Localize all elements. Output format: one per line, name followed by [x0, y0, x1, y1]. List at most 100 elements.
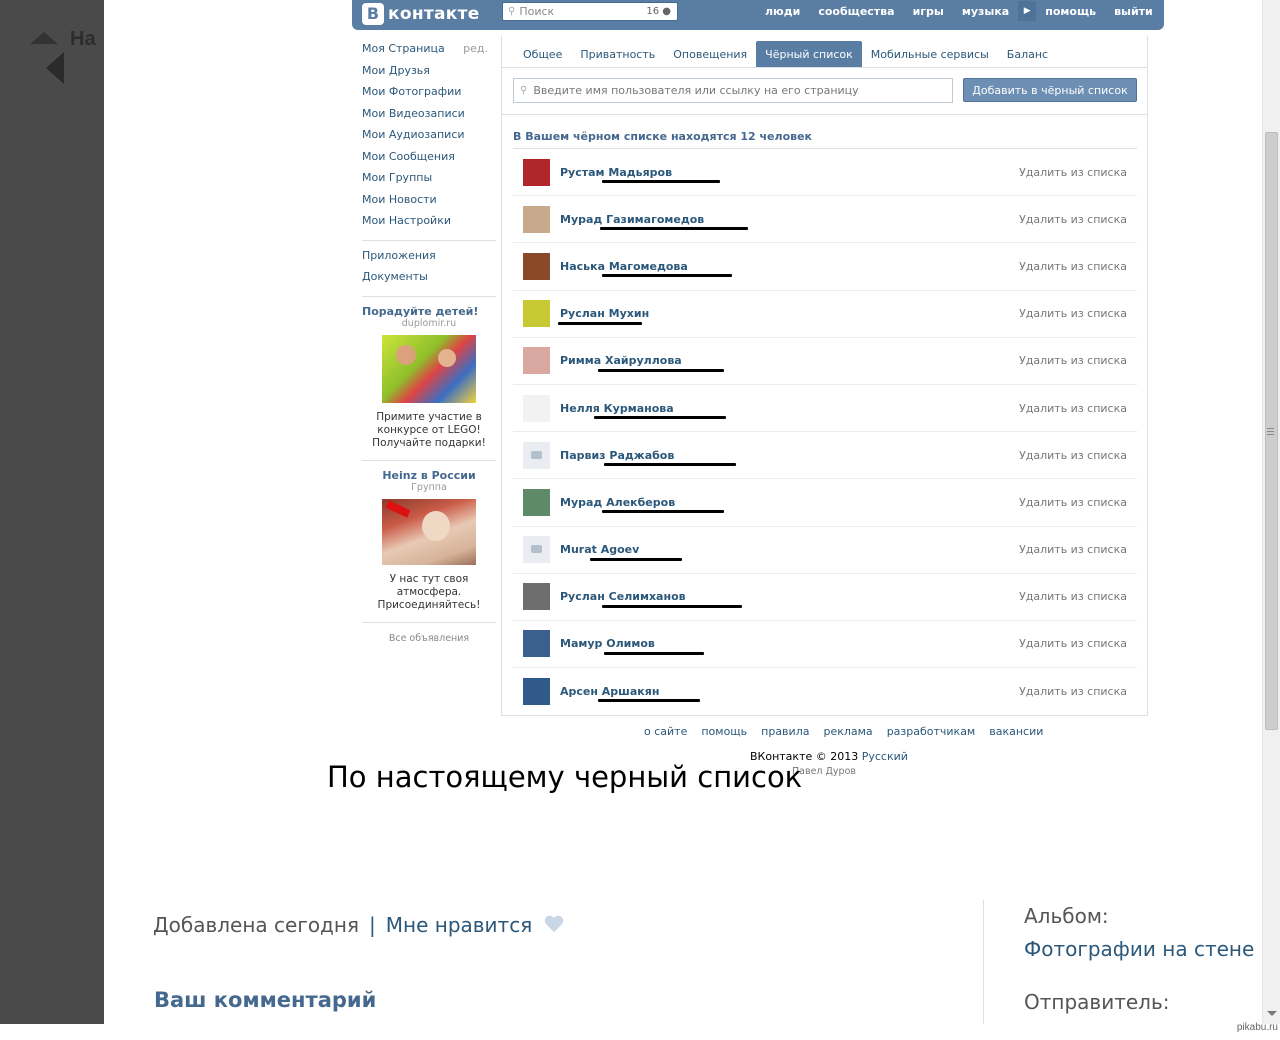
sidebar-divider — [983, 900, 984, 1024]
vk-blacklist-row: Мурад Алекберов Удалить из списка — [513, 478, 1137, 525]
comment-heading: Ваш комментарий — [154, 988, 377, 1012]
vk-ad-description: У нас тут своя атмосфера. Присоединяйтес… — [377, 572, 481, 611]
vk-settings-tabs: Общее Приватность Оповещения Чёрный спис… — [502, 36, 1147, 68]
vk-ad-source: Группа — [411, 481, 447, 493]
marker-underline — [558, 321, 642, 325]
vk-menu-item: Мои Группы — [362, 171, 496, 193]
photo-caption: По настоящему черный список — [327, 760, 803, 794]
vk-language: Русский — [861, 750, 908, 763]
vk-tab-general: Общее — [523, 48, 563, 61]
search-icon: ⚲ — [508, 6, 516, 17]
avatar — [523, 252, 550, 280]
vk-blacklist-row: Римма Хайруллова Удалить из списка — [513, 336, 1137, 384]
vk-menu-label: Мои Новости — [362, 192, 437, 206]
vk-menu-item: Мои Фотографии — [362, 85, 496, 107]
vk-user-name: Руслан Селимханов — [560, 590, 686, 604]
vk-nav-help: помощь — [1045, 4, 1097, 18]
vk-user-name: Мурад Алекберов — [560, 495, 676, 509]
vk-ad-description: Примите участие в конкурсе от LEGO! Полу… — [372, 410, 486, 449]
avatar — [523, 630, 550, 658]
vk-edit-link: ред. — [463, 42, 488, 55]
post-meta: Добавлена сегодня | Мне нравится — [153, 913, 564, 937]
vk-remove-link: Удалить из списка — [1019, 495, 1127, 509]
vk-blacklist-count: В Вашем чёрном списке находятся 12 челов… — [513, 130, 813, 143]
vk-menu-item: Мои Друзья — [362, 64, 496, 86]
vk-search-placeholder: Поиск — [519, 5, 555, 18]
viewer-side-panel: На — [0, 0, 104, 1024]
vk-remove-link: Удалить из списка — [1019, 307, 1127, 321]
vk-tab-balance: Баланс — [1006, 48, 1049, 61]
scroll-down-arrow-icon[interactable] — [1267, 1011, 1277, 1016]
vk-menu-label: Мои Настройки — [362, 214, 451, 227]
vk-tab-notifications: Оповещения — [673, 48, 748, 61]
marker-underline — [600, 227, 748, 231]
vk-settings-panel: Общее Приватность Оповещения Чёрный спис… — [501, 36, 1148, 716]
vk-menu-label: Мои Группы — [362, 171, 433, 184]
avatar — [523, 488, 550, 516]
vk-blacklist-placeholder: Введите имя пользователя или ссылку на е… — [533, 84, 859, 97]
meta-separator: | — [369, 913, 376, 937]
vk-remove-link: Удалить из списка — [1019, 354, 1127, 368]
marker-underline — [598, 699, 700, 703]
vk-ad-title: Heinz в России — [382, 468, 476, 482]
marker-underline — [598, 368, 724, 372]
vk-search-count-value: 16 — [646, 6, 660, 17]
camera-icon — [523, 536, 550, 564]
avatar — [523, 347, 550, 375]
vk-blacklist-row: Мурад Газимагомедов Удалить из списка — [513, 195, 1137, 242]
vk-blacklist-row: Руслан Мухин Удалить из списка — [513, 289, 1137, 337]
vk-remove-link: Удалить из списка — [1019, 543, 1127, 557]
vk-blacklist-row: Рустам Мадьяров Удалить из списка — [513, 148, 1137, 195]
vk-nav-play-icon: ▶ — [1018, 1, 1037, 21]
marker-underline — [602, 604, 742, 608]
album-link[interactable]: Фотографии на стене Н — [1024, 937, 1262, 961]
vk-user-name: Murat Agoev — [560, 543, 640, 557]
back-link[interactable]: На — [70, 28, 104, 51]
vk-remove-link: Удалить из списка — [1019, 165, 1127, 179]
vk-tab-privacy: Приватность — [580, 48, 656, 61]
vk-menu-item: Документы — [362, 270, 496, 292]
previous-photo-icon[interactable] — [46, 52, 64, 84]
vk-logo: В контакте — [362, 0, 480, 28]
up-arrow-icon[interactable] — [30, 32, 58, 44]
vk-remove-link: Удалить из списка — [1019, 590, 1127, 604]
vk-user-name: Руслан Мухин — [560, 307, 650, 321]
vk-footer-link: помощь — [701, 725, 748, 738]
marker-underline — [604, 463, 736, 467]
vk-add-to-blacklist-button: Добавить в чёрный список — [963, 78, 1137, 102]
like-link[interactable]: Мне нравится — [386, 913, 532, 937]
heart-icon[interactable] — [544, 916, 564, 934]
vk-nav-people: люди — [765, 4, 801, 18]
vk-footer-links: о сайте помощь правила реклама разработч… — [644, 725, 1043, 738]
vk-all-ads-link: Все объявления — [388, 632, 470, 644]
avatar — [523, 300, 550, 328]
vk-logo-icon: В — [362, 3, 384, 25]
vk-menu-item: Мои Видеозаписи — [362, 107, 496, 129]
avatar — [523, 205, 550, 233]
vk-blacklist-row: Мамур Олимов Удалить из списка — [513, 619, 1137, 667]
added-date: Добавлена сегодня — [153, 913, 359, 937]
vk-user-name: Мурад Газимагомедов — [560, 212, 705, 226]
scrollbar-thumb[interactable] — [1265, 132, 1278, 730]
vk-remove-link: Удалить из списка — [1019, 401, 1127, 415]
scrollbar[interactable] — [1262, 0, 1280, 1024]
vk-menu-label: Моя Страница — [362, 42, 445, 55]
vk-remove-link: Удалить из списка — [1019, 637, 1127, 651]
vk-search-count: 16 ● — [646, 6, 671, 17]
vk-user-name: Мамур Олимов — [560, 637, 655, 651]
vk-user-name: Римма Хайруллова — [560, 354, 682, 368]
vk-user-name: Нелля Курманова — [560, 401, 674, 415]
vk-screenshot: В контакте ⚲ Поиск 16 ● люди сообщества … — [352, 0, 1164, 790]
vk-blacklist-input: ⚲ Введите имя пользователя или ссылку на… — [513, 78, 953, 103]
vk-menu-label: Мои Аудиозаписи — [362, 128, 465, 141]
vk-menu-item: Моя Страница ред. — [362, 42, 496, 64]
vk-menu-divider — [362, 621, 496, 623]
vk-remove-link: Удалить из списка — [1019, 259, 1127, 273]
camera-icon — [523, 441, 550, 469]
vk-footer-link: правила — [761, 725, 810, 738]
vk-ad-image-kids — [382, 334, 476, 403]
vk-remove-link: Удалить из списка — [1019, 212, 1127, 226]
vk-tab-mobile: Мобильные сервисы — [870, 48, 989, 61]
vk-remove-link: Удалить из списка — [1019, 448, 1127, 462]
vk-menu-divider — [362, 459, 496, 461]
